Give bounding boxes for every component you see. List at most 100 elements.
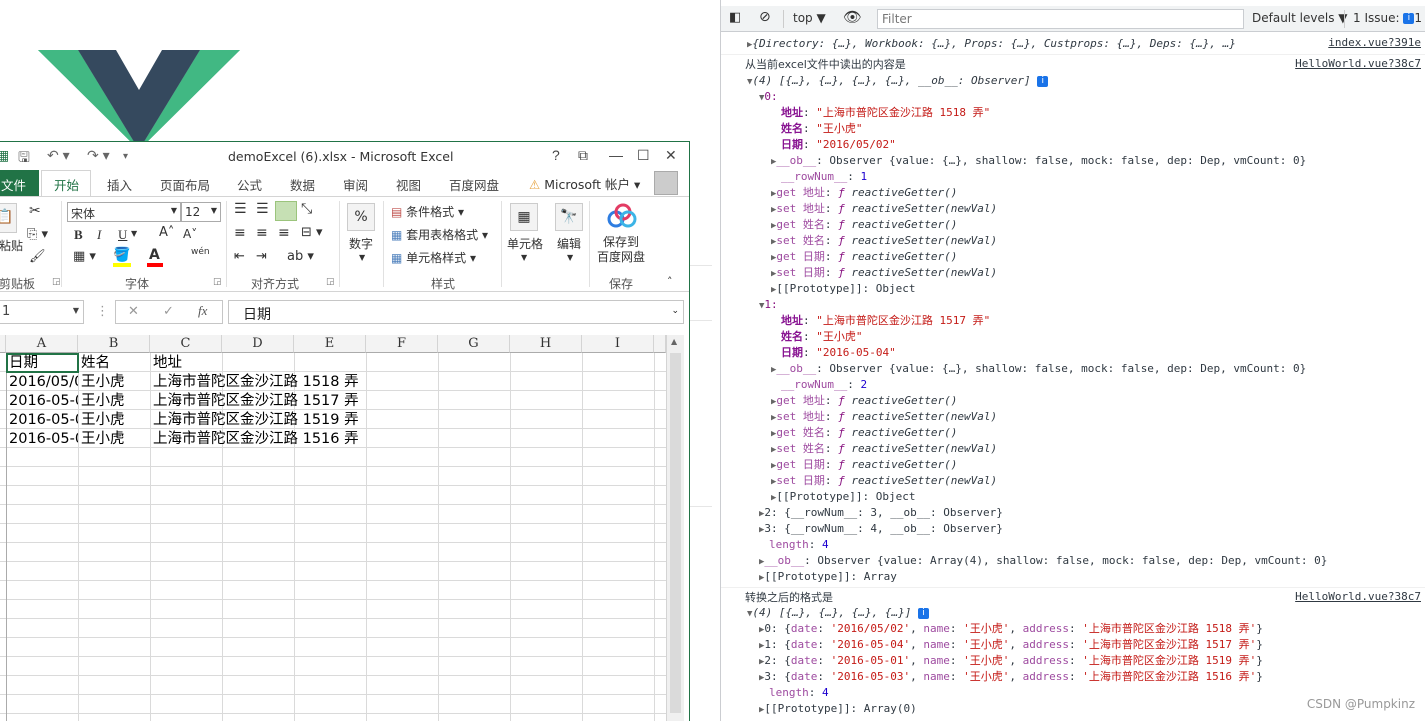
array-ob[interactable]: ▶__ob__: Observer {value: Array(4), shal… [759,553,1327,569]
array-summary[interactable]: ▼(4) [{…}, {…}, {…}, {…}, __ob__: Observ… [747,73,1049,89]
converted-item-2[interactable]: ▶2: {date: '2016-05-01', name: '王小虎', ad… [759,653,1263,669]
formula-bar-input[interactable]: 日期 ⌄ [228,300,684,324]
tab-baidu-disk[interactable]: 百度网盘 [449,175,499,194]
cancel-icon[interactable]: ✕ [128,304,139,319]
source-link[interactable]: HelloWorld.vue?38c7 [1295,57,1421,70]
editing-button[interactable]: 编辑 [557,235,581,252]
tab-page-layout[interactable]: 页面布局 [160,175,210,194]
cell-b5[interactable]: 王小虎 [81,430,150,449]
redo-icon[interactable]: ↷ ▾ [87,147,110,164]
shrink-font-icon[interactable]: A˅ [183,227,197,241]
cell-a1[interactable]: 日期 [9,354,78,373]
prototype-array[interactable]: ▶[[Prototype]]: Array(0) [759,701,917,717]
expand-formula-icon[interactable]: ⌄ [671,306,679,316]
getter-date[interactable]: ▶get 日期: ƒ reactiveGetter() [771,249,957,265]
array-item-0[interactable]: ▼0: [759,89,778,105]
align-bottom-button[interactable] [275,201,297,221]
alignment-launcher-icon[interactable]: ◲ [326,277,335,287]
scroll-up-icon[interactable]: ▲ [671,337,677,346]
prototype-object[interactable]: ▶[[Prototype]]: Object [771,281,916,297]
getter-name[interactable]: ▶get 姓名: ƒ reactiveGetter() [771,217,957,233]
paste-icon[interactable]: 📋 [0,203,17,233]
prototype-object[interactable]: ▶[[Prototype]]: Object [771,489,916,505]
name-box[interactable]: 1 ▼ [0,300,84,324]
align-top-icon[interactable]: ☰ [234,201,247,217]
close-icon[interactable]: ✕ [665,147,677,164]
align-center-icon[interactable]: ≡ [256,225,268,241]
prop-ob[interactable]: ▶__ob__: Observer {value: {…}, shallow: … [771,361,1306,377]
font-launcher-icon[interactable]: ◲ [213,277,222,287]
issues-counter[interactable]: 1 Issue: i1 [1353,11,1422,25]
align-left-icon[interactable]: ≡ [234,225,246,241]
collapse-ribbon-icon[interactable]: ˄ [667,275,673,288]
wrap-text-icon[interactable]: ab ▾ [287,249,314,264]
setter-name[interactable]: ▶set 姓名: ƒ reactiveSetter(newVal) [771,441,997,457]
eye-icon[interactable]: 👁 [843,8,862,26]
grow-font-icon[interactable]: A˄ [159,225,174,240]
font-color-icon[interactable]: A [149,247,160,263]
cell-a4[interactable]: 2016-05-01 [9,411,78,430]
array-item-2[interactable]: ▶2: {__rowNum__: 3, __ob__: Observer} [759,505,1003,521]
tab-review[interactable]: 审阅 [343,175,368,194]
save-icon[interactable]: 🖫 [18,147,30,171]
tab-home[interactable]: 开始 [41,170,91,196]
cell-b1[interactable]: 姓名 [81,354,150,373]
minimize-icon[interactable]: — [609,147,623,163]
column-header-c[interactable]: C [150,335,222,353]
border-icon[interactable]: ▦ ▾ [73,249,96,264]
column-header-a[interactable]: A [6,335,78,353]
paste-button[interactable]: 粘贴 [0,237,23,254]
getter-date[interactable]: ▶get 日期: ƒ reactiveGetter() [771,457,957,473]
cell-c3[interactable]: 上海市普陀区金沙江路 1517 弄 [153,392,453,411]
number-button[interactable]: 数字 [349,235,373,252]
insert-function-icon[interactable]: fx [198,303,207,319]
converted-item-0[interactable]: ▶0: {date: '2016/05/02', name: '王小虎', ad… [759,621,1263,637]
clear-console-icon[interactable]: ⊘ [759,9,771,25]
cell-c5[interactable]: 上海市普陀区金沙江路 1516 弄 [153,430,453,449]
column-header-e[interactable]: E [294,335,366,353]
context-select[interactable]: top ▼ [793,11,826,25]
fill-color-icon[interactable]: 🪣 [113,247,130,263]
tab-insert[interactable]: 插入 [107,175,132,194]
prototype-array[interactable]: ▶[[Prototype]]: Array [759,569,897,585]
sidebar-toggle-icon[interactable]: ◧ [729,10,741,25]
column-header-g[interactable]: G [438,335,510,353]
align-middle-icon[interactable]: ☰ [256,201,269,217]
getter-address[interactable]: ▶get 地址: ƒ reactiveGetter() [771,393,957,409]
ribbon-display-icon[interactable]: ⧉ [578,147,588,164]
cells-icon[interactable]: ▦ [510,203,538,231]
cut-icon[interactable]: ✂ [29,203,41,219]
font-size-select[interactable]: 12 ▼ [181,202,221,222]
decrease-indent-icon[interactable]: ⇤ [234,249,245,264]
setter-address[interactable]: ▶set 地址: ƒ reactiveSetter(newVal) [771,201,997,217]
column-header-d[interactable]: D [222,335,294,353]
maximize-icon[interactable]: ☐ [637,147,650,164]
array-item-3[interactable]: ▶3: {__rowNum__: 4, __ob__: Observer} [759,521,1003,537]
filter-input[interactable]: Filter [877,9,1244,29]
format-as-table-button[interactable]: ▦ 套用表格格式 ▾ [391,226,488,243]
getter-address[interactable]: ▶get 地址: ƒ reactiveGetter() [771,185,957,201]
vertical-scrollbar[interactable]: ▲ [666,335,684,721]
setter-address[interactable]: ▶set 地址: ƒ reactiveSetter(newVal) [771,409,997,425]
avatar[interactable] [654,171,678,195]
cell-styles-button[interactable]: ▦ 单元格样式 ▾ [391,249,476,266]
array-item-1[interactable]: ▼1: [759,297,778,313]
getter-name[interactable]: ▶get 姓名: ƒ reactiveGetter() [771,425,957,441]
column-header-f[interactable]: F [366,335,438,353]
font-name-select[interactable]: 宋体 ▼ [67,202,181,222]
cells-button[interactable]: 单元格 [507,235,543,252]
converted-item-3[interactable]: ▶3: {date: '2016-05-03', name: '王小虎', ad… [759,669,1263,685]
setter-date[interactable]: ▶set 日期: ƒ reactiveSetter(newVal) [771,265,997,281]
setter-date[interactable]: ▶set 日期: ƒ reactiveSetter(newVal) [771,473,997,489]
converted-item-1[interactable]: ▶1: {date: '2016-05-04', name: '王小虎', ad… [759,637,1263,653]
cell-c1[interactable]: 地址 [153,354,453,373]
cell-a5[interactable]: 2016-05-03 [9,430,78,449]
tab-formulas[interactable]: 公式 [237,175,262,194]
bold-button[interactable]: B [74,227,83,243]
tab-data[interactable]: 数据 [290,175,315,194]
italic-button[interactable]: I [97,227,101,243]
copy-icon[interactable]: ⎘ ▾ [27,227,48,242]
prop-ob[interactable]: ▶__ob__: Observer {value: {…}, shallow: … [771,153,1306,169]
column-header-h[interactable]: H [510,335,582,353]
column-header-b[interactable]: B [78,335,150,353]
